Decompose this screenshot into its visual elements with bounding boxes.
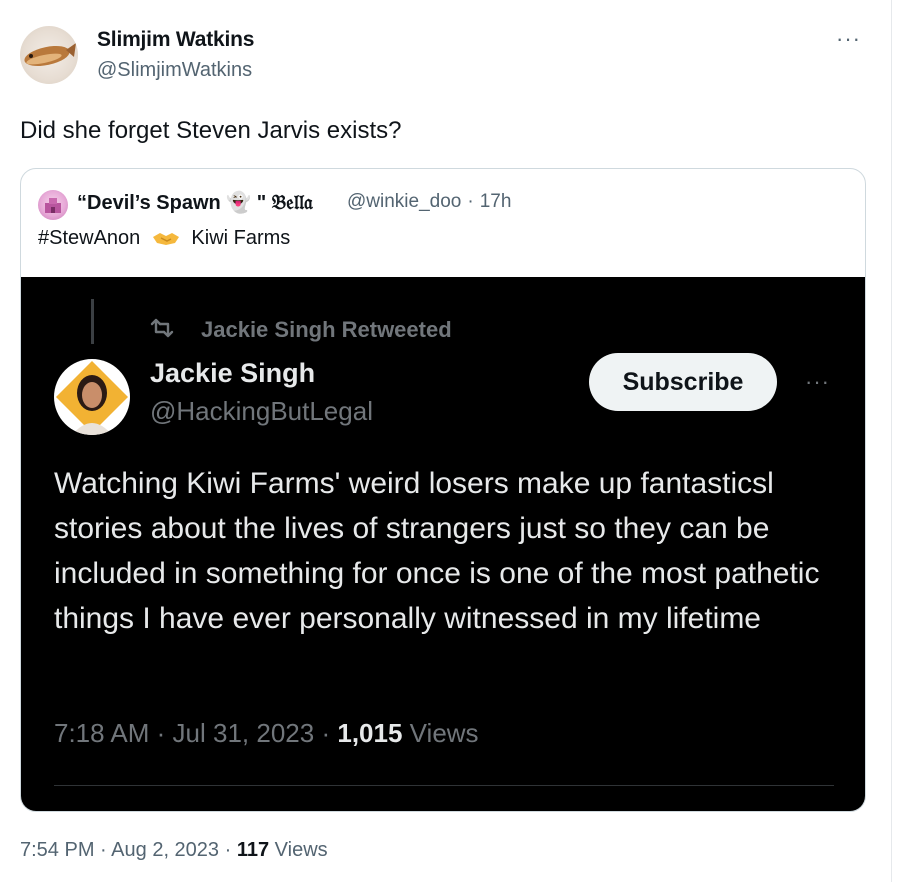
quote-text: #StewAnon Kiwi Farms [38, 227, 290, 250]
hashtag-link[interactable]: #StewAnon [38, 227, 140, 249]
embedded-author-name: Jackie Singh [150, 358, 316, 388]
author-name[interactable]: Slimjim Watkins [97, 28, 254, 52]
castle-avatar-icon [45, 198, 61, 213]
tweet-date[interactable]: Aug 2, 2023 [111, 839, 219, 861]
tweet-meta: 7:54 PM · Aug 2, 2023 · 117 Views [20, 839, 328, 862]
embedded-time: 7:18 AM [54, 718, 150, 748]
embedded-author-handle: @HackingButLegal [150, 396, 373, 426]
tweet-text: Did she forget Steven Jarvis exists? [20, 117, 402, 144]
quoted-tweet-card[interactable]: “Devil’s Spawn 👻 " 𝔅𝔢𝔩𝔩𝔞 @winkie_doo · 17h… [20, 168, 866, 812]
quote-media-image[interactable]: Jackie Singh Retweeted Jackie Singh @Hac… [21, 277, 865, 811]
embedded-meta: 7:18 AM · Jul 31, 2023 · 1,015 Views [54, 718, 479, 749]
embedded-views-count: 1,015 [337, 718, 403, 748]
avatar[interactable] [20, 26, 78, 84]
views-count[interactable]: 117 [237, 839, 269, 861]
portrait-avatar-icon [56, 361, 128, 435]
handshake-icon [152, 229, 180, 245]
embedded-more-icon: ··· [805, 369, 830, 394]
quote-author-name[interactable]: “Devil’s Spawn 👻 " 𝔅𝔢𝔩𝔩𝔞 [77, 190, 313, 215]
retweet-icon [150, 318, 174, 338]
views-label[interactable]: Views [275, 839, 328, 861]
separator: · [156, 718, 166, 748]
quote-avatar[interactable] [38, 190, 68, 220]
quote-age[interactable]: 17h [480, 191, 512, 212]
tweet-time[interactable]: 7:54 PM [20, 839, 94, 861]
author-handle[interactable]: @SlimjimWatkins [97, 59, 252, 82]
separator: · [224, 839, 232, 861]
embedded-date: Jul 31, 2023 [172, 718, 315, 748]
embedded-views-label: Views [409, 718, 479, 748]
separator: · [100, 839, 107, 861]
quote-author-handle[interactable]: @winkie_doo [347, 191, 461, 212]
more-options-icon[interactable]: ··· [836, 26, 861, 52]
retweeted-label: Jackie Singh Retweeted [201, 317, 452, 342]
embedded-avatar [54, 359, 130, 435]
separator: · [467, 191, 474, 212]
quote-handle-row: @winkie_doo · 17h [347, 191, 517, 213]
divider [54, 785, 834, 786]
thread-line [91, 299, 94, 344]
separator: · [321, 718, 331, 748]
subscribe-button: Subscribe [589, 353, 777, 411]
column-divider [891, 0, 892, 882]
quote-text-rest: Kiwi Farms [191, 227, 291, 249]
fish-avatar-icon [24, 43, 76, 67]
embedded-tweet-text: Watching Kiwi Farms' weird losers make u… [54, 467, 820, 635]
